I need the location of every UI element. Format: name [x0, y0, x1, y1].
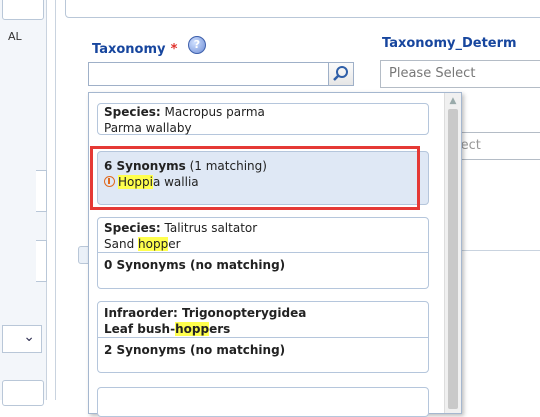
left-stub: [36, 170, 47, 212]
result-common-name-rest: er: [168, 237, 181, 251]
result-card[interactable]: Species: Talitrus saltator Sand hopper 0…: [97, 217, 429, 289]
chevron-down-icon: ⌄: [23, 329, 35, 345]
left-top-button[interactable]: [2, 0, 44, 20]
left-bottom-button[interactable]: [2, 380, 44, 406]
result-card[interactable]: [97, 387, 429, 417]
search-highlight: hopp: [175, 322, 210, 336]
taxonomy-label: Taxonomy: [92, 42, 166, 57]
help-icon[interactable]: ?: [188, 36, 206, 54]
left-stub: [36, 240, 47, 282]
search-button[interactable]: [328, 62, 354, 86]
result-common-name-rest: ers: [209, 322, 231, 336]
taxonomy-label-row: Taxonomy *: [92, 38, 177, 57]
search-icon: [333, 66, 348, 81]
result-card[interactable]: Species: Macropus parma Parma wallaby: [97, 103, 429, 135]
left-label: AL: [8, 30, 22, 43]
panel-divider: [55, 0, 56, 400]
result-common-name: Parma wallaby: [104, 121, 192, 135]
result-name: Trigonopterygidea: [182, 306, 307, 320]
scroll-thumb[interactable]: [448, 109, 458, 409]
taxonomy-determ-select[interactable]: Please Select: [380, 60, 540, 88]
scroll-up-icon[interactable]: ▲: [445, 93, 461, 109]
taxonomy-search-input[interactable]: [88, 62, 328, 86]
autocomplete-dropdown: Species: Macropus parma Parma wallaby 6 …: [88, 92, 462, 417]
annotation-highlight-box: [90, 146, 420, 210]
result-name: Talitrus saltator: [164, 221, 258, 235]
result-card[interactable]: Infraorder: Trigonopterygidea Leaf bush-…: [97, 301, 429, 373]
result-common-name: Sand: [104, 237, 139, 251]
search-highlight: hopp: [138, 237, 169, 251]
result-rank: Species:: [104, 105, 161, 119]
top-field[interactable]: [65, 0, 540, 18]
taxonomy-determ-label: Taxonomy_Determ: [382, 36, 517, 51]
left-dropdown[interactable]: ⌄: [2, 325, 42, 353]
synonyms-summary: 0 Synonyms (no matching): [98, 252, 428, 275]
required-mark: *: [170, 42, 178, 57]
result-common-name: Leaf bush-: [104, 322, 176, 336]
result-rank: Species:: [104, 221, 161, 235]
synonyms-summary: 2 Synonyms (no matching): [98, 337, 428, 360]
dropdown-scrollbar[interactable]: ▲: [444, 93, 461, 413]
result-name: Macropus parma: [164, 105, 265, 119]
result-rank: Infraorder:: [104, 306, 178, 320]
